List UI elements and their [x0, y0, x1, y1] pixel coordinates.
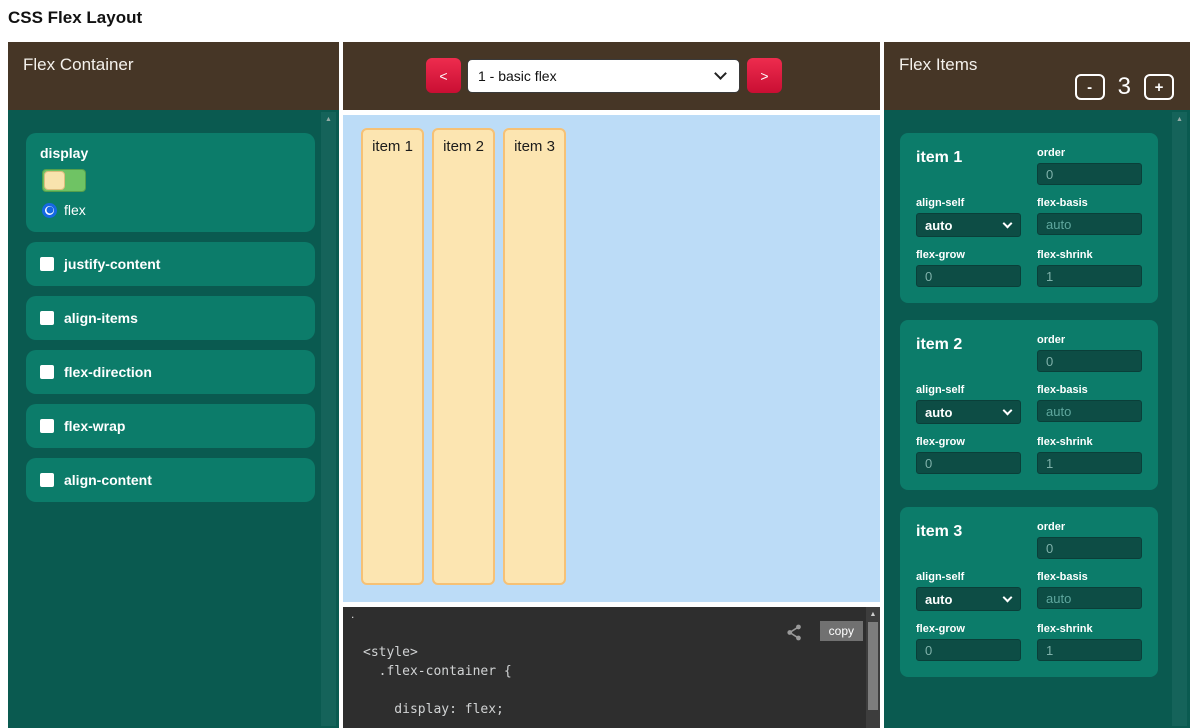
flex-items-title: Flex Items [899, 55, 977, 75]
code-line: .flex-container { [363, 662, 880, 681]
item-count: 3 [1118, 73, 1131, 101]
align-items-checkbox[interactable] [40, 311, 54, 325]
code-scrollbar-thumb[interactable] [868, 622, 878, 710]
flex-grow-label: flex-grow [916, 249, 1021, 261]
align-content-label: align-content [64, 472, 152, 488]
flex-direction-label: flex-direction [64, 364, 152, 380]
demo-flex-item-1: item 1 [361, 128, 424, 585]
align-self-label: align-self [916, 197, 1021, 209]
item-1-card: item 1 order align-self auto flex-basis [900, 133, 1158, 303]
align-items-label: align-items [64, 310, 138, 326]
flex-grow-label: flex-grow [916, 623, 1021, 635]
flex-grow-label: flex-grow [916, 436, 1021, 448]
add-item-button[interactable]: + [1144, 74, 1174, 100]
item-3-card: item 3 order align-self auto flex-basis [900, 507, 1158, 677]
code-line [363, 681, 880, 700]
justify-content-label: justify-content [64, 256, 160, 272]
code-scrollbar[interactable]: ▲ [866, 607, 880, 728]
align-self-label: align-self [916, 384, 1021, 396]
left-panel-scrollbar[interactable]: ▲ [321, 112, 336, 726]
right-panel-scrollbar[interactable]: ▲ [1172, 112, 1187, 726]
copy-button[interactable]: copy [820, 621, 863, 641]
align-self-label: align-self [916, 571, 1021, 583]
item-1-flex-shrink-input[interactable] [1037, 265, 1142, 287]
item-3-align-self-select[interactable]: auto [916, 587, 1021, 611]
item-1-align-self-select[interactable]: auto [916, 213, 1021, 237]
flex-items-body: item 1 order align-self auto flex-basis [884, 110, 1190, 728]
item-2-title: item 2 [916, 334, 1021, 372]
code-line: display: flex; [363, 700, 880, 719]
justify-content-checkbox[interactable] [40, 257, 54, 271]
flex-wrap-card[interactable]: flex-wrap [26, 404, 315, 448]
item-3-order-input[interactable] [1037, 537, 1142, 559]
display-label: display [40, 145, 301, 161]
item-2-order-input[interactable] [1037, 350, 1142, 372]
flex-preview-container: item 1 item 2 item 3 [343, 115, 880, 602]
flex-basis-label: flex-basis [1037, 197, 1142, 209]
display-toggle-knob [44, 171, 65, 190]
display-toggle[interactable] [42, 169, 86, 192]
order-label: order [1037, 521, 1142, 533]
example-select[interactable]: 1 - basic flex [467, 59, 740, 93]
preview-header: < 1 - basic flex > [343, 42, 880, 110]
item-2-flex-grow-input[interactable] [916, 452, 1021, 474]
item-1-flex-basis-input[interactable] [1037, 213, 1142, 235]
align-items-card[interactable]: align-items [26, 296, 315, 340]
flex-wrap-label: flex-wrap [64, 418, 125, 434]
flex-radio[interactable] [42, 203, 57, 218]
display-card: display flex [26, 133, 315, 232]
previous-example-button[interactable]: < [426, 58, 461, 93]
code-panel: . copy <style> .flex-container { display… [343, 607, 880, 728]
scroll-up-icon[interactable]: ▲ [1172, 115, 1187, 125]
item-2-align-self-select[interactable]: auto [916, 400, 1021, 424]
item-3-title: item 3 [916, 521, 1021, 559]
next-example-button[interactable]: > [747, 58, 782, 93]
item-3-flex-grow-input[interactable] [916, 639, 1021, 661]
flex-shrink-label: flex-shrink [1037, 436, 1142, 448]
item-1-title: item 1 [916, 147, 1021, 185]
demo-flex-item-2: item 2 [432, 128, 495, 585]
flex-radio-label: flex [64, 202, 86, 218]
scroll-up-icon[interactable]: ▲ [866, 610, 880, 620]
flex-shrink-label: flex-shrink [1037, 623, 1142, 635]
code-bullet: . [351, 607, 354, 621]
item-3-flex-shrink-input[interactable] [1037, 639, 1142, 661]
page-title: CSS Flex Layout [8, 8, 142, 28]
align-content-card[interactable]: align-content [26, 458, 315, 502]
item-2-flex-basis-input[interactable] [1037, 400, 1142, 422]
align-content-checkbox[interactable] [40, 473, 54, 487]
flex-basis-label: flex-basis [1037, 571, 1142, 583]
demo-flex-item-3: item 3 [503, 128, 566, 585]
item-2-card: item 2 order align-self auto flex-basis [900, 320, 1158, 490]
preview-column: < 1 - basic flex > item 1 item 2 item 3 … [343, 42, 880, 728]
scroll-up-icon[interactable]: ▲ [321, 115, 336, 125]
item-1-flex-grow-input[interactable] [916, 265, 1021, 287]
flex-basis-label: flex-basis [1037, 384, 1142, 396]
flex-wrap-checkbox[interactable] [40, 419, 54, 433]
item-3-flex-basis-input[interactable] [1037, 587, 1142, 609]
flex-items-panel: Flex Items - 3 + item 1 order align-self… [884, 42, 1190, 728]
flex-items-header: Flex Items - 3 + [884, 42, 1190, 110]
flex-direction-checkbox[interactable] [40, 365, 54, 379]
order-label: order [1037, 334, 1142, 346]
flex-direction-card[interactable]: flex-direction [26, 350, 315, 394]
order-label: order [1037, 147, 1142, 159]
flex-container-header: Flex Container [8, 42, 339, 110]
item-1-order-input[interactable] [1037, 163, 1142, 185]
justify-content-card[interactable]: justify-content [26, 242, 315, 286]
flex-shrink-label: flex-shrink [1037, 249, 1142, 261]
share-icon[interactable] [785, 623, 804, 647]
remove-item-button[interactable]: - [1075, 74, 1105, 100]
item-2-flex-shrink-input[interactable] [1037, 452, 1142, 474]
flex-container-title: Flex Container [23, 55, 134, 75]
flex-container-body: display flex justify-content align-items… [8, 110, 339, 728]
flex-container-panel: Flex Container display flex justify-cont… [8, 42, 339, 728]
